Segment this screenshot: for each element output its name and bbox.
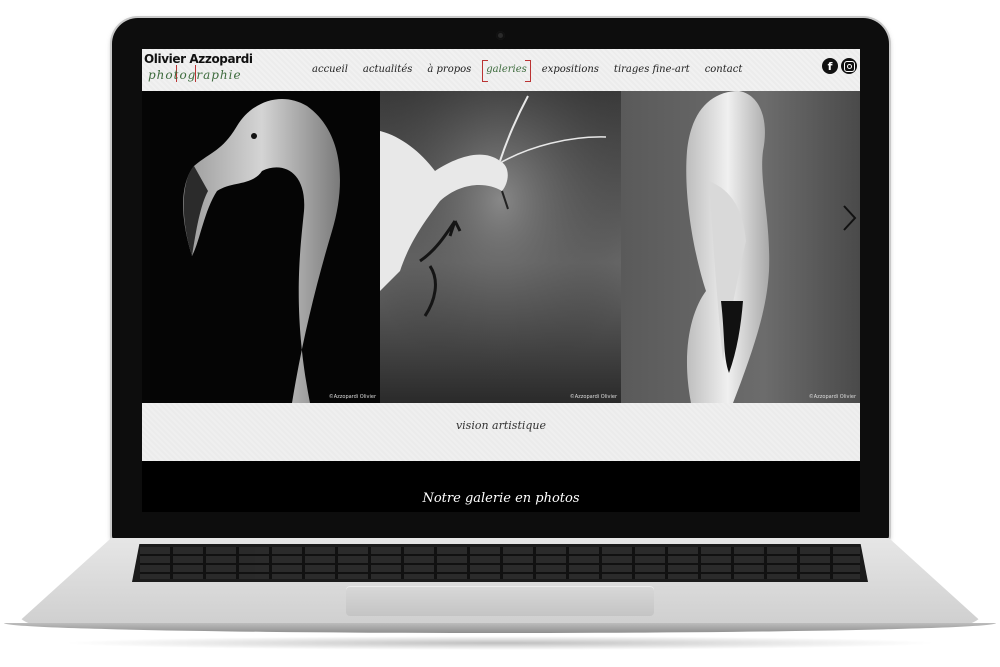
trackpad — [346, 586, 654, 616]
nav-item-tirages[interactable]: tirages fine-art — [614, 60, 690, 80]
egret-flight-image — [380, 91, 621, 403]
laptop-shadow — [60, 636, 940, 650]
instagram-icon[interactable] — [841, 58, 857, 74]
gallery-section: Notre galerie en photos — [142, 461, 860, 512]
photo-credit: ©Azzopardi Olivier — [569, 394, 617, 400]
gallery-photo-flamingo-head[interactable]: ©Azzopardi Olivier — [142, 91, 380, 403]
nav-item-galeries[interactable]: galeries — [482, 60, 531, 82]
logo-subtitle: photographie — [148, 68, 242, 82]
gallery-photo-flamingo-closeup[interactable]: ©Azzopardi Olivier — [621, 91, 860, 403]
nav-item-accueil[interactable]: accueil — [312, 60, 348, 80]
photo-slider: ©Azzopardi Olivier ©Azzopardi Olivier ©A… — [142, 91, 860, 403]
nav-item-a-propos[interactable]: à propos — [427, 60, 471, 80]
facebook-icon[interactable]: f — [822, 58, 838, 74]
tagline-text: vision artistique — [455, 419, 547, 432]
photo-credit: ©Azzopardi Olivier — [328, 394, 376, 400]
keyboard — [132, 544, 868, 582]
laptop-screen: Olivier Azzopardi photographie accueil a… — [142, 49, 860, 512]
webcam-icon — [496, 31, 505, 40]
photo-credit: ©Azzopardi Olivier — [808, 394, 856, 400]
nav-item-expositions[interactable]: expositions — [542, 60, 599, 80]
nav-item-contact[interactable]: contact — [705, 60, 743, 80]
logo-name: Olivier Azzopardi — [144, 52, 253, 66]
social-links: f — [822, 58, 857, 74]
main-nav: accueil actualités à propos galeries exp… — [312, 60, 743, 82]
flamingo-head-image — [142, 91, 380, 403]
gallery-photo-egret-flight[interactable]: ©Azzopardi Olivier — [380, 91, 621, 403]
flamingo-closeup-image — [621, 91, 860, 403]
section-title: Notre galerie en photos — [422, 491, 580, 506]
nav-item-actualites[interactable]: actualités — [363, 60, 412, 80]
tagline-band: vision artistique — [142, 403, 860, 461]
site-logo[interactable]: Olivier Azzopardi photographie — [144, 52, 253, 88]
chevron-right-icon[interactable] — [840, 203, 858, 233]
site-header: Olivier Azzopardi photographie accueil a… — [142, 49, 860, 91]
